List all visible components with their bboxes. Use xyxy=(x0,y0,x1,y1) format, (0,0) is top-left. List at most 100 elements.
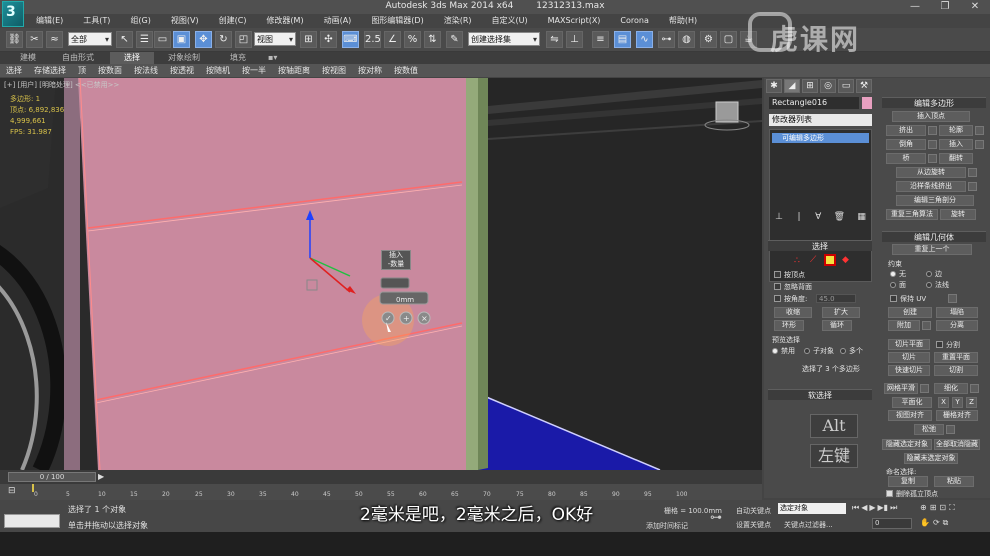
material-editor-icon[interactable]: ◍ xyxy=(678,31,695,48)
bridge-button[interactable]: 桥 xyxy=(886,153,926,164)
schematic-view-icon[interactable]: ⊶ xyxy=(658,31,675,48)
selection-filter-select[interactable]: 全部 xyxy=(68,32,112,47)
relax-button[interactable]: 松弛 xyxy=(914,424,944,435)
spinner-snap-icon[interactable]: ⇅ xyxy=(424,31,441,48)
subobject-vertex-icon[interactable]: ∴ xyxy=(794,256,800,266)
outline-button[interactable]: 轮廓 xyxy=(939,125,973,136)
meshsmooth-settings-button[interactable] xyxy=(920,384,929,393)
graphite-ribbon-icon[interactable]: ▤ xyxy=(614,31,631,48)
bevel-button[interactable]: 倒角 xyxy=(886,139,926,150)
tab-selection[interactable]: 选择 xyxy=(110,52,154,64)
repeat-last-button[interactable]: 重复上一个 xyxy=(892,244,972,255)
auto-key-label[interactable]: 自动关键点 xyxy=(736,506,771,516)
tab-freeform[interactable]: 自由形式 xyxy=(62,52,94,64)
ribbon-tool-select[interactable]: 选择 xyxy=(0,64,28,77)
quickslice-button[interactable]: 快速切片 xyxy=(888,365,930,376)
pivot-icon[interactable]: ⊞ xyxy=(300,31,317,48)
selected-set-select[interactable]: 选定对象 xyxy=(778,503,846,514)
ignore-backfacing-checkbox[interactable]: 忽略背面 xyxy=(774,282,812,292)
menu-corona[interactable]: Corona xyxy=(610,14,658,28)
go-to-end-icon[interactable]: ⏭ xyxy=(890,503,897,513)
ribbon-tool-by-random[interactable]: 按随机 xyxy=(200,64,236,77)
tab-populate[interactable]: 填充 xyxy=(230,52,246,64)
maximize-button[interactable]: ❐ xyxy=(930,0,960,14)
constraint-edge-radio[interactable]: 边 xyxy=(926,269,942,279)
layer-manager-icon[interactable]: ≡ xyxy=(592,31,609,48)
named-selection-select[interactable]: 创建选择集 xyxy=(468,32,540,47)
next-frame-icon[interactable]: ▶ xyxy=(98,472,104,481)
ribbon-tool-by-half[interactable]: 按一半 xyxy=(236,64,272,77)
app-logo-icon[interactable]: 3 xyxy=(2,1,24,27)
extrude-along-spline-button[interactable]: 沿样条线挤出 xyxy=(896,181,966,192)
align-icon[interactable]: ⊥ xyxy=(566,31,583,48)
percent-snap-icon[interactable]: % xyxy=(404,31,421,48)
zoom-extents-icon[interactable]: ⊡ xyxy=(939,503,946,513)
zoom-icon[interactable]: ⊕ xyxy=(920,503,927,513)
unhide-all-button[interactable]: 全部取消隐藏 xyxy=(934,439,980,450)
slice-button[interactable]: 切片 xyxy=(888,352,930,363)
ribbon-options-icon[interactable]: ▪▾ xyxy=(268,52,277,64)
close-button[interactable]: ✕ xyxy=(960,0,990,14)
play-icon[interactable]: ▶ xyxy=(869,503,875,513)
subobject-element-icon[interactable]: ◆ xyxy=(842,255,849,265)
ribbon-tool-by-pivot-distance[interactable]: 按轴距离 xyxy=(272,64,316,77)
attach-button[interactable]: 附加 xyxy=(888,320,920,331)
scale-icon[interactable]: ◰ xyxy=(235,31,252,48)
move-icon[interactable]: ✥ xyxy=(195,31,212,48)
stack-item-editable-poly[interactable]: 可编辑多边形 xyxy=(772,133,869,143)
menu-tools[interactable]: 工具(T) xyxy=(73,14,120,28)
detach-button[interactable]: 分离 xyxy=(936,320,978,331)
inset-button[interactable]: 插入 xyxy=(939,139,973,150)
ribbon-tool-by-faces[interactable]: 按数面 xyxy=(92,64,128,77)
hierarchy-tab-icon[interactable]: ⊞ xyxy=(802,79,818,93)
display-tab-icon[interactable]: ▭ xyxy=(838,79,854,93)
pan-icon[interactable]: ✋ xyxy=(920,518,930,528)
ribbon-tool-by-normal[interactable]: 按法线 xyxy=(128,64,164,77)
time-slider[interactable]: 0 / 100 xyxy=(8,472,96,482)
add-time-tag-label[interactable]: 添加时间标记 xyxy=(646,521,688,531)
go-to-start-icon[interactable]: ⏮ xyxy=(852,503,859,513)
mirror-icon[interactable]: ⇋ xyxy=(546,31,563,48)
slice-plane-button[interactable]: 切片平面 xyxy=(888,339,930,350)
planar-x-button[interactable]: X xyxy=(938,397,949,408)
render-setup-icon[interactable]: ⚙ xyxy=(700,31,717,48)
split-checkbox[interactable]: 分割 xyxy=(936,340,960,350)
ribbon-tool-top[interactable]: 顶 xyxy=(72,64,92,77)
ribbon-tool-by-symmetry[interactable]: 按对称 xyxy=(352,64,388,77)
shrink-button[interactable]: 收缩 xyxy=(774,307,812,318)
hide-selected-button[interactable]: 隐藏选定对象 xyxy=(882,439,932,450)
inset-caddy-title[interactable]: 插入 -数量 xyxy=(381,250,411,270)
retriangulate-button[interactable]: 重复三角算法 xyxy=(886,209,938,220)
select-object-icon[interactable]: ↖ xyxy=(116,31,133,48)
preserve-uvs-settings-button[interactable] xyxy=(948,294,957,303)
keyboard-shortcut-icon[interactable]: ⌨ xyxy=(342,31,359,48)
subobject-edge-icon[interactable]: ⟋ xyxy=(810,255,816,265)
rect-selection-icon[interactable]: ▭ xyxy=(154,31,171,48)
minimize-button[interactable]: — xyxy=(900,0,930,14)
create-tab-icon[interactable]: ✱ xyxy=(766,79,782,93)
utilities-tab-icon[interactable]: ⚒ xyxy=(856,79,872,93)
ribbon-tool-store[interactable]: 存储选择 xyxy=(28,64,72,77)
selection-rollout-header[interactable]: 选择 xyxy=(768,240,872,251)
grow-button[interactable]: 扩大 xyxy=(822,307,860,318)
relax-settings-button[interactable] xyxy=(946,425,955,434)
key-filters-button[interactable]: 关键点过滤器... xyxy=(784,520,833,530)
tab-modeling[interactable]: 建模 xyxy=(20,52,36,64)
angle-snap-icon[interactable]: ∠ xyxy=(384,31,401,48)
extrude-spline-settings-button[interactable] xyxy=(968,182,977,191)
constraint-normal-radio[interactable]: 法线 xyxy=(926,280,949,290)
preview-subobject-radio[interactable]: 子对象 xyxy=(804,346,834,356)
planar-z-button[interactable]: Z xyxy=(966,397,977,408)
bind-space-warp-icon[interactable]: ≈ xyxy=(46,31,63,48)
ref-coord-select[interactable]: 视图 xyxy=(254,32,296,47)
extrude-button[interactable]: 挤出 xyxy=(886,125,926,136)
track-bar[interactable]: ⊟ 0 5 10 15 20 25 30 35 40 45 50 55 60 6… xyxy=(0,484,762,500)
modifier-list-select[interactable]: 修改器列表 xyxy=(769,114,872,126)
edit-triangulation-button[interactable]: 编辑三角剖分 xyxy=(896,195,974,206)
reset-plane-button[interactable]: 重置平面 xyxy=(934,352,978,363)
menu-create[interactable]: 创建(C) xyxy=(209,14,257,28)
object-name-field[interactable]: Rectangle016 xyxy=(769,97,859,109)
maxscript-listener-field[interactable] xyxy=(4,514,60,528)
attach-list-button[interactable] xyxy=(922,321,931,330)
tessellate-button[interactable]: 细化 xyxy=(934,383,968,394)
